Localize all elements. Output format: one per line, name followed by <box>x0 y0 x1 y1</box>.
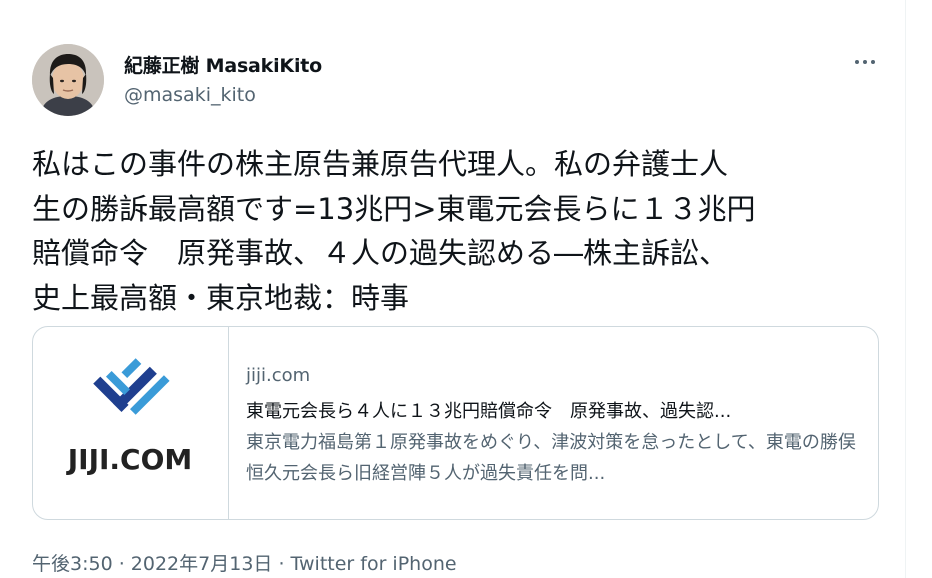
tweet-time[interactable]: 午後3:50 <box>32 553 113 575</box>
author-handle[interactable]: @masaki_kito <box>124 84 256 106</box>
tweet-text: 私はこの事件の株主原告兼原告代理人。私の弁護士人 生の勝訴最高額です=13兆円>… <box>32 147 756 315</box>
meta-separator-2: · <box>272 553 291 575</box>
author-display-name[interactable]: 紀藤正樹 MasakiKito <box>124 51 322 78</box>
meta-separator: · <box>112 553 131 575</box>
tweet-source: Twitter for iPhone <box>290 553 457 575</box>
more-horizontal-icon <box>855 60 859 64</box>
card-thumbnail: JIJI.COM <box>33 327 229 519</box>
avatar-image <box>32 44 104 116</box>
jiji-logo: JIJI.COM <box>66 358 193 476</box>
tweet-metadata: 午後3:50 · 2022年7月13日 · Twitter for iPhone <box>32 549 457 576</box>
more-options-button[interactable] <box>845 46 885 78</box>
more-horizontal-icon-dot <box>863 60 867 64</box>
timeline-border <box>905 0 906 578</box>
more-horizontal-icon-dot <box>871 60 875 64</box>
card-logo-text: JIJI.COM <box>66 443 193 476</box>
link-preview-card[interactable]: JIJI.COM jiji.com 東電元会長ら４人に１３兆円賠償命令 原発事故… <box>32 326 879 520</box>
card-domain: jiji.com <box>246 365 311 386</box>
author-avatar[interactable] <box>32 44 104 116</box>
card-title: 東電元会長ら４人に１３兆円賠償命令 原発事故、過失認... <box>246 401 732 422</box>
tweet-date[interactable]: 2022年7月13日 <box>131 553 273 575</box>
card-description: 東京電力福島第１原発事故をめぐり、津波対策を怠ったとして、東電の勝俣恒久元会長ら… <box>246 432 856 484</box>
